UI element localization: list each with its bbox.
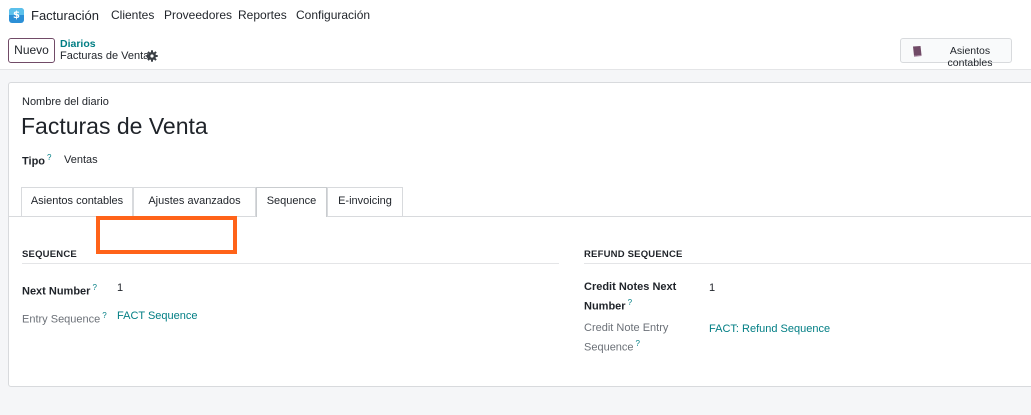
journal-name-field[interactable]: Facturas de Venta — [21, 113, 208, 140]
menu-configuracion[interactable]: Configuración — [296, 8, 370, 22]
menu-reportes[interactable]: Reportes — [238, 8, 287, 22]
app-name[interactable]: Facturación — [31, 8, 99, 23]
journal-entries-smart-button[interactable]: Asientos contables — [900, 38, 1012, 69]
credit-note-entry-sequence-link[interactable]: FACT: Refund Sequence — [709, 323, 830, 335]
entry-sequence-link[interactable]: FACT Sequence — [117, 310, 198, 322]
tab-e-invoicing[interactable]: E-invoicing — [327, 187, 403, 216]
control-panel: Nuevo Diarios Facturas de Venta Asientos… — [0, 32, 1031, 70]
breadcrumb-current: Facturas de Venta — [60, 50, 150, 62]
next-number-label: Next Number? — [22, 283, 97, 298]
tab-sequence[interactable]: Sequence — [256, 187, 327, 217]
menu-proveedores[interactable]: Proveedores — [164, 8, 232, 22]
journal-name-caption: Nombre del diario — [22, 96, 109, 108]
sequence-section-title: SEQUENCE — [22, 249, 77, 260]
help-icon[interactable]: ? — [92, 283, 96, 292]
help-icon[interactable]: ? — [628, 298, 632, 307]
refund-sequence-section-divider — [584, 263, 1031, 264]
gear-icon[interactable] — [146, 50, 158, 62]
tab-ajustes-avanzados[interactable]: Ajustes avanzados — [133, 187, 256, 216]
menu-clientes[interactable]: Clientes — [111, 8, 154, 22]
new-button[interactable]: Nuevo — [8, 38, 55, 63]
credit-note-entry-sequence-label: Credit Note Entry Sequence? — [584, 322, 669, 354]
invoicing-app-icon[interactable] — [9, 8, 24, 23]
tab-asientos-contables[interactable]: Asientos contables — [21, 187, 133, 216]
entry-sequence-label: Entry Sequence? — [22, 311, 107, 326]
help-icon[interactable]: ? — [47, 153, 51, 162]
sequence-section-divider — [22, 263, 559, 264]
journal-entries-label: Asientos contables — [947, 45, 993, 69]
type-label: Tipo? — [22, 153, 52, 168]
credit-notes-next-number-value[interactable]: 1 — [709, 282, 715, 294]
refund-sequence-section-title: REFUND SEQUENCE — [584, 249, 683, 260]
top-navbar: Facturación Clientes Proveedores Reporte… — [0, 0, 1031, 32]
credit-notes-next-number-label: Credit Notes Next Number? — [584, 281, 677, 313]
help-icon[interactable]: ? — [636, 339, 640, 348]
help-icon[interactable]: ? — [102, 311, 106, 320]
highlight-box — [96, 216, 237, 254]
next-number-value[interactable]: 1 — [117, 282, 123, 294]
book-icon — [913, 46, 922, 57]
breadcrumb-diarios[interactable]: Diarios — [60, 38, 96, 50]
type-value[interactable]: Ventas — [64, 154, 98, 166]
